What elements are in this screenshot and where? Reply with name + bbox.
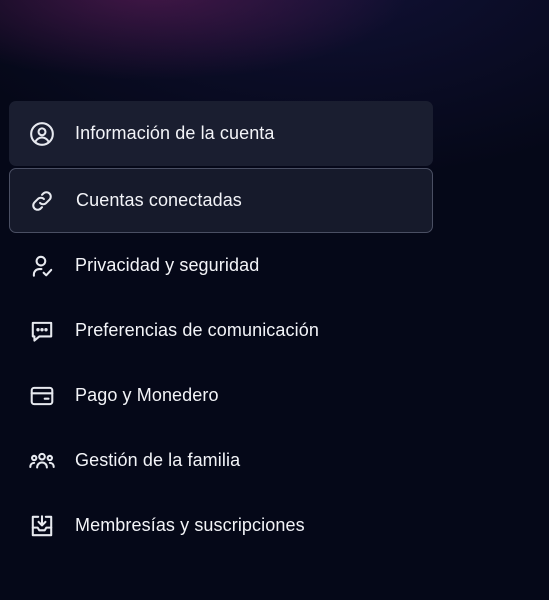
download-tray-icon — [29, 513, 55, 539]
menu-item-privacy-security[interactable]: Privacidad y seguridad — [9, 233, 433, 298]
menu-item-label: Gestión de la familia — [75, 450, 241, 470]
menu-item-payment-wallet[interactable]: Pago y Monedero — [9, 363, 433, 428]
chat-bubble-icon — [29, 318, 55, 344]
menu-item-communication-preferences[interactable]: Preferencias de comunicación — [9, 298, 433, 363]
menu-item-account-info[interactable]: Información de la cuenta — [9, 101, 433, 166]
menu-item-memberships-subscriptions[interactable]: Membresías y suscripciones — [9, 493, 433, 558]
menu-item-connected-accounts[interactable]: Cuentas conectadas — [9, 168, 433, 233]
user-check-icon — [29, 253, 55, 279]
user-circle-icon — [29, 121, 55, 147]
menu-item-label: Preferencias de comunicación — [75, 320, 319, 340]
menu-item-family-management[interactable]: Gestión de la familia — [9, 428, 433, 493]
menu-item-label: Información de la cuenta — [75, 123, 275, 143]
menu-item-label: Privacidad y seguridad — [75, 255, 260, 275]
menu-item-label: Pago y Monedero — [75, 385, 219, 405]
menu-item-label: Membresías y suscripciones — [75, 515, 305, 535]
link-icon — [29, 188, 55, 214]
wallet-icon — [29, 383, 55, 409]
account-settings-menu: Información de la cuenta Cuentas conecta… — [9, 101, 433, 558]
family-group-icon — [29, 448, 55, 474]
menu-item-label: Cuentas conectadas — [76, 190, 242, 210]
